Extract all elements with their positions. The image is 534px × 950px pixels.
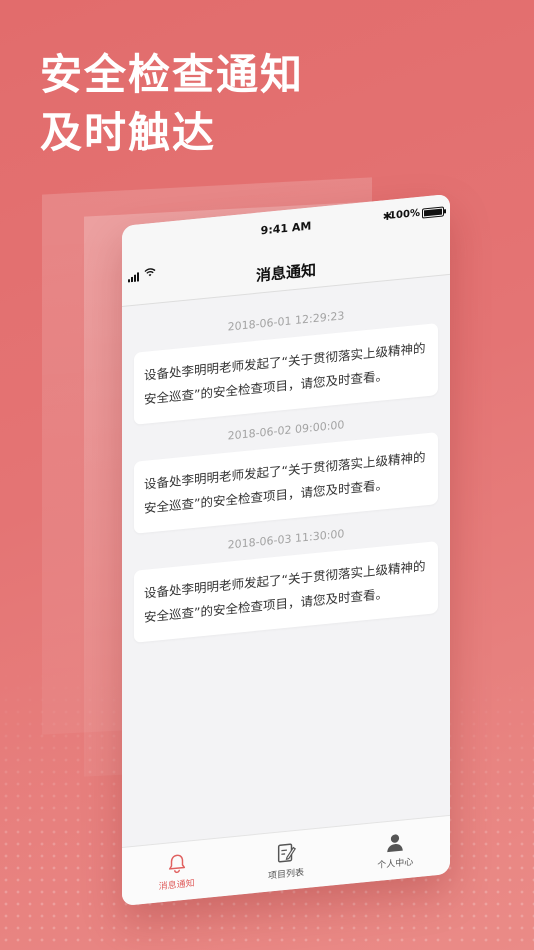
tab-notifications[interactable]: 消息通知 xyxy=(137,849,217,895)
tab-personal-center[interactable]: 个人中心 xyxy=(355,827,435,873)
promo-line-1: 安全检查通知 xyxy=(40,50,305,99)
message-item[interactable]: 2018-06-02 09:00:00 设备处李明明老师发起了“关于贯彻落实上级… xyxy=(134,409,438,534)
message-item[interactable]: 2018-06-01 12:29:23 设备处李明明老师发起了“关于贯彻落实上级… xyxy=(134,300,438,425)
tab-label: 个人中心 xyxy=(377,857,414,871)
tab-label: 项目列表 xyxy=(267,868,304,882)
promo-line-2: 及时触达 xyxy=(40,108,217,157)
battery-icon xyxy=(422,206,444,219)
message-item[interactable]: 2018-06-03 11:30:00 设备处李明明老师发起了“关于贯彻落实上级… xyxy=(134,518,438,643)
promo-headline: 安全检查通知 及时触达 xyxy=(40,46,304,162)
tab-label: 消息通知 xyxy=(158,878,195,893)
edit-list-icon xyxy=(277,843,296,863)
message-list: 2018-06-01 12:29:23 设备处李明明老师发起了“关于贯彻落实上级… xyxy=(122,275,450,644)
phone-screen: 9:41 AM ✱ 100% 消息通知 2018-06-01 12:29:23 … xyxy=(122,193,450,906)
tab-project-list[interactable]: 项目列表 xyxy=(246,838,326,884)
user-icon xyxy=(387,834,404,853)
bell-icon xyxy=(168,854,185,874)
